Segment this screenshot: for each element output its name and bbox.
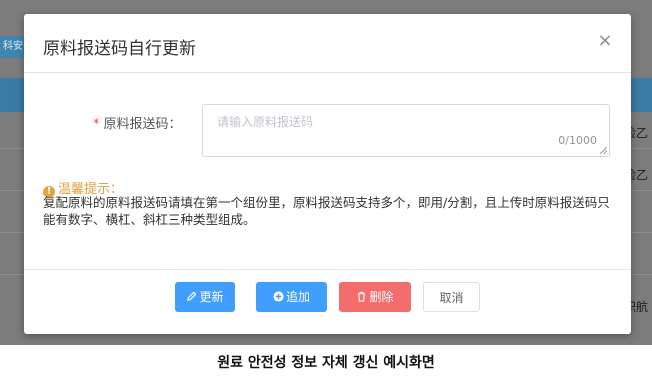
edit-icon bbox=[187, 291, 197, 301]
dialog-title: 原料报送码自行更新 bbox=[43, 39, 196, 59]
code-field-label: * 原料报送码： bbox=[93, 113, 182, 132]
update-button-label: 更新 bbox=[199, 290, 224, 304]
update-dialog: 原料报送码自行更新 × *原料报送码： 0/1000 !温馨提示： 复配原料的原… bbox=[24, 14, 631, 334]
code-input-container: 0/1000 bbox=[202, 104, 610, 157]
background-tab: 科安 bbox=[0, 36, 26, 58]
resize-handle-icon[interactable] bbox=[600, 147, 607, 154]
tip-text: 复配原料的原料报送码请填在第一个组份里，原料报送码支持多个，即用/分割，且上传时… bbox=[43, 195, 610, 227]
add-button-label: 追加 bbox=[285, 290, 310, 304]
code-input[interactable] bbox=[203, 105, 609, 156]
required-mark: * bbox=[93, 117, 100, 132]
delete-button[interactable]: 删除 bbox=[339, 282, 411, 312]
trash-icon bbox=[358, 291, 366, 302]
cancel-button[interactable]: 取消 bbox=[423, 282, 480, 312]
close-icon[interactable]: × bbox=[597, 32, 613, 50]
dialog-header: 原料报送码自行更新 × bbox=[24, 14, 631, 73]
footer-divider bbox=[24, 269, 631, 270]
char-counter: 0/1000 bbox=[558, 134, 597, 147]
figure-caption: 원료 안전성 정보 자체 갱신 예시화면 bbox=[217, 355, 435, 371]
add-button[interactable]: 追加 bbox=[256, 282, 327, 312]
plus-circle-icon bbox=[273, 291, 284, 302]
update-button[interactable]: 更新 bbox=[175, 282, 235, 312]
code-field-label-text: 原料报送码： bbox=[103, 117, 182, 132]
delete-button-label: 删除 bbox=[369, 290, 394, 304]
